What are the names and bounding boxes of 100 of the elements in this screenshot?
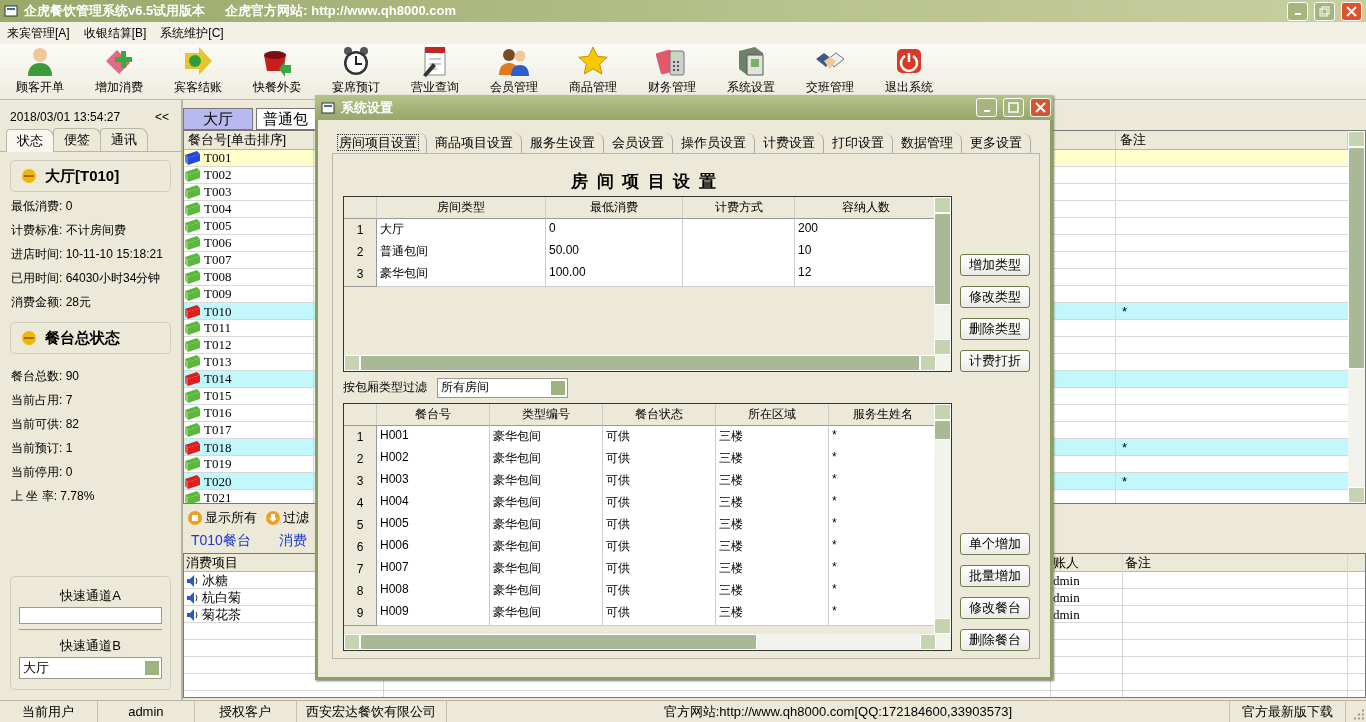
column-header[interactable]: 餐台号[单击排序] <box>184 131 314 149</box>
table-number: T021 <box>204 490 232 503</box>
scrollbar[interactable] <box>934 197 951 355</box>
menu-item[interactable]: 来宾管理[A] <box>2 22 75 44</box>
table-status-icon <box>184 303 202 320</box>
scrollbar[interactable] <box>344 355 951 371</box>
info-line: 消费金额: 28元 <box>10 293 92 311</box>
column-header: 类型编号 <box>490 404 603 426</box>
table-status-icon <box>184 286 202 302</box>
table-number: T017 <box>204 422 232 438</box>
close-button[interactable] <box>1030 98 1051 117</box>
row-number: 6 <box>344 536 377 560</box>
table-cell: 豪华包间 <box>490 536 603 560</box>
filter-button[interactable]: 显示所有 <box>185 509 259 527</box>
toolbar-button[interactable]: 商品管理 <box>553 44 632 99</box>
table-cell: 0 <box>546 219 683 243</box>
column-header: 餐台状态 <box>603 404 716 426</box>
action-button[interactable]: 修改餐台 <box>960 597 1030 619</box>
table-number: T006 <box>204 235 232 251</box>
filter-button[interactable]: 过滤 <box>263 509 311 527</box>
table-number: T007 <box>204 252 232 268</box>
table-cell: 三楼 <box>716 492 829 516</box>
column-header: 餐台号 <box>377 404 490 426</box>
close-button[interactable] <box>1341 1 1362 21</box>
note-mark: * <box>1122 304 1128 319</box>
table-cell: dmin <box>1053 573 1080 589</box>
row-number: 8 <box>344 580 377 604</box>
action-button[interactable]: 增加类型 <box>960 254 1030 276</box>
table-cell: 三楼 <box>716 448 829 472</box>
action-button[interactable]: 单个增加 <box>960 533 1030 555</box>
link[interactable]: 消费 <box>278 532 307 550</box>
action-button[interactable]: 计费打折 <box>960 350 1030 372</box>
link[interactable]: T010餐台 <box>191 532 251 550</box>
table-cell: 豪华包间 <box>490 558 603 582</box>
table-cell: dmin <box>1053 607 1080 623</box>
table-status-icon <box>184 337 202 353</box>
info-line: 当前占用: 7 <box>10 391 74 409</box>
scrollbar[interactable] <box>344 634 951 650</box>
collapse-button[interactable]: << <box>153 110 171 124</box>
row-number: 3 <box>344 263 377 287</box>
toolbar-button[interactable]: 快餐外卖 <box>237 44 316 99</box>
toolbar-button[interactable]: 顾客开单 <box>0 44 79 99</box>
filter-label: 按包厢类型过滤 <box>343 379 427 396</box>
table-cell: dmin <box>1053 590 1080 606</box>
scrollbar[interactable] <box>934 404 951 634</box>
action-button[interactable]: 批量增加 <box>960 565 1030 587</box>
action-button[interactable]: 删除类型 <box>960 318 1030 340</box>
table-status-icon <box>184 354 202 370</box>
info-line: 餐台总数: 90 <box>10 367 80 385</box>
table-cell: * <box>829 470 934 494</box>
table-cell: 菊花茶 <box>202 606 241 624</box>
table-number: T020 <box>204 473 232 490</box>
table-number: T014 <box>204 371 232 387</box>
table-number: T016 <box>204 405 232 421</box>
app-icon <box>321 100 335 115</box>
restore-icon <box>1319 5 1330 17</box>
tab[interactable]: 状态 <box>6 129 54 152</box>
table-cell: 三楼 <box>716 536 829 560</box>
restore-button[interactable] <box>1314 1 1335 21</box>
toolbar-button[interactable]: 宾客结账 <box>158 44 237 99</box>
scrollbar[interactable] <box>1348 131 1365 503</box>
field-label: 快速通道B <box>59 637 122 655</box>
info-line: 当前可供: 82 <box>10 415 80 433</box>
table-cell: H004 <box>377 492 490 516</box>
table-cell: 200 <box>795 219 934 243</box>
section-title: 餐台总状态 <box>45 328 120 348</box>
input-field[interactable] <box>19 607 162 624</box>
action-button[interactable]: 修改类型 <box>960 286 1030 308</box>
dropdown[interactable]: 所有房间 <box>437 377 568 398</box>
status-text[interactable]: 官方最新版下载 <box>1229 701 1347 722</box>
speaker-icon <box>186 574 200 588</box>
tab[interactable]: 通讯 <box>100 128 148 151</box>
table-cell: H001 <box>377 426 490 450</box>
table-status-icon <box>184 371 202 387</box>
info-line: 上 坐 率: 7.78% <box>10 487 96 505</box>
table-status-icon <box>184 456 202 472</box>
dropdown[interactable]: 大厅 <box>19 657 162 679</box>
toolbar-button[interactable]: 增加消费 <box>79 44 158 99</box>
tab[interactable]: 大厅 <box>183 108 253 130</box>
status-light-icon <box>21 168 37 184</box>
table-number: T013 <box>204 354 232 370</box>
menu-item[interactable]: 系统维护[C] <box>155 22 229 44</box>
table-cell: H007 <box>377 558 490 582</box>
section-heading: 房间项目设置 <box>570 170 725 193</box>
table-cell: H009 <box>377 602 490 626</box>
action-button[interactable]: 删除餐台 <box>960 629 1030 651</box>
maximize-button[interactable] <box>1003 98 1024 117</box>
table-cell: 普通包间 <box>377 241 546 265</box>
table-cell: 三楼 <box>716 514 829 538</box>
table-cell: H002 <box>377 448 490 472</box>
table-cell: * <box>829 580 934 604</box>
minimize-button[interactable] <box>1287 1 1308 21</box>
table-status-icon <box>184 252 202 268</box>
table-cell: 可供 <box>603 448 716 472</box>
table-cell: H006 <box>377 536 490 560</box>
info-line: 进店时间: 10-11-10 15:18:21 <box>10 245 164 263</box>
menu-item[interactable]: 收银结算[B] <box>78 22 152 44</box>
minimize-button[interactable] <box>976 98 997 117</box>
date-time: 2018/03/01 13:54:27 <box>10 110 121 124</box>
table-status-icon <box>184 150 202 166</box>
